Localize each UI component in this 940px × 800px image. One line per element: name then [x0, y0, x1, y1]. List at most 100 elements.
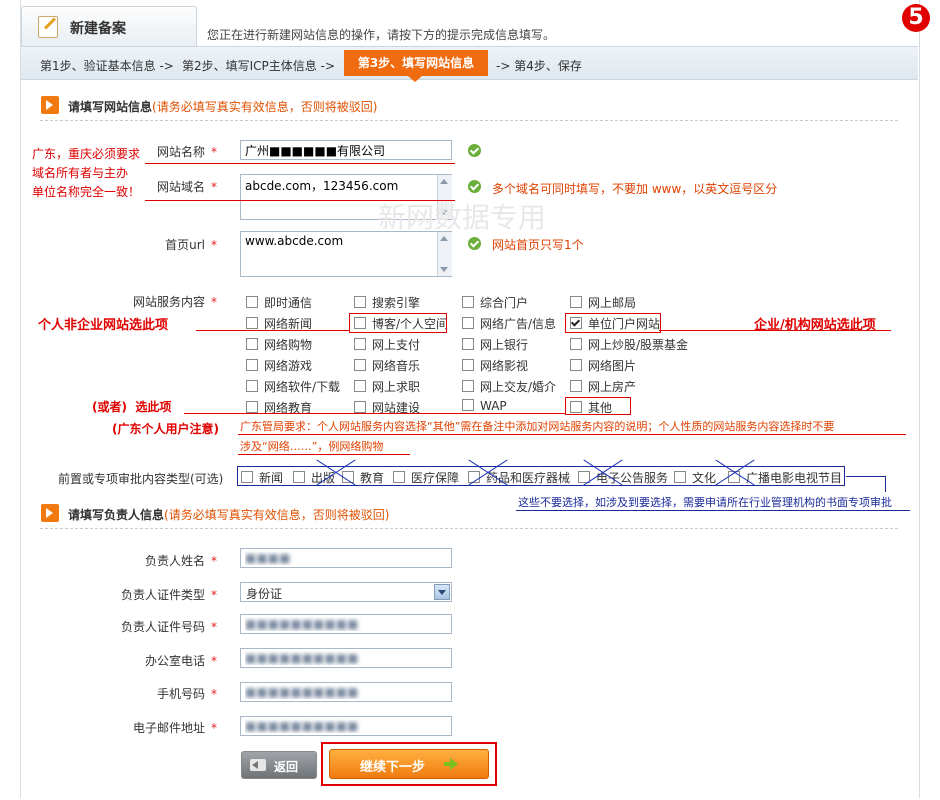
cross-out-mark: [580, 460, 620, 486]
annotation-domain-owner-3: 单位名称完全一致！: [32, 185, 141, 199]
checkbox-box[interactable]: [354, 296, 366, 308]
checkbox-box[interactable]: [354, 338, 366, 350]
service-checkbox[interactable]: 即时通信: [246, 294, 312, 311]
annotation-gd-rule-1: 广东管局要求：个人网站服务内容选择“其他”需在备注中添加对网站服务内容的说明；个…: [240, 420, 835, 433]
checkbox-box[interactable]: [570, 338, 582, 350]
next-button[interactable]: 继续下一步: [329, 749, 489, 779]
annotation-underline: [145, 163, 455, 164]
checkbox-box[interactable]: [674, 471, 686, 483]
service-checkbox[interactable]: 综合门户: [462, 294, 528, 311]
valid-check-icon: [468, 144, 481, 157]
prior-approval-checkbox[interactable]: 文化: [674, 469, 716, 486]
service-checkbox[interactable]: 网络游戏: [246, 357, 312, 374]
annotation-underline: [145, 200, 455, 201]
checkbox-box[interactable]: [462, 380, 474, 392]
mobile-input[interactable]: [240, 682, 452, 702]
back-button[interactable]: 返回: [241, 751, 317, 779]
service-checkbox[interactable]: 网上银行: [462, 336, 528, 353]
service-checkbox[interactable]: 网上邮局: [570, 294, 636, 311]
person-name-input[interactable]: [240, 548, 452, 568]
annotation-underline: [196, 330, 350, 331]
id-type-value: 身份证: [246, 587, 283, 601]
cross-out-mark: [465, 460, 505, 486]
checkbox-box[interactable]: [462, 317, 474, 329]
service-checkbox-label: 综合门户: [480, 296, 529, 310]
service-checkbox-label: 搜索引擎: [372, 296, 421, 310]
id-type-select[interactable]: 身份证: [240, 582, 452, 602]
checkbox-box[interactable]: [354, 401, 366, 413]
highlight-box-blog: [349, 313, 447, 333]
service-checkbox[interactable]: 网络图片: [570, 357, 636, 374]
checkbox-box[interactable]: [246, 401, 258, 413]
service-checkbox[interactable]: 网上炒股/股票基金: [570, 336, 688, 353]
service-checkbox-label: 网上炒股/股票基金: [588, 338, 689, 352]
checkbox-box[interactable]: [246, 380, 258, 392]
email-label: 电子邮件地址 *: [132, 721, 217, 735]
checkbox-box[interactable]: [570, 380, 582, 392]
checkbox-box[interactable]: [393, 471, 405, 483]
annotation-or: (或者) 选此项: [92, 400, 172, 414]
chevron-down-icon[interactable]: [434, 584, 450, 600]
annotation-domain-owner-2: 域名所有者与主办: [32, 166, 129, 180]
highlight-box-company: [565, 313, 661, 333]
cross-out-mark: [313, 460, 353, 486]
prior-approval-checkbox[interactable]: 新闻: [241, 469, 283, 486]
service-checkbox[interactable]: 搜索引擎: [354, 294, 420, 311]
checkbox-box[interactable]: [354, 359, 366, 371]
checkbox-box[interactable]: [462, 338, 474, 350]
checkbox-box[interactable]: [246, 338, 258, 350]
email-input[interactable]: [240, 716, 452, 736]
office-phone-input[interactable]: [240, 648, 452, 668]
service-checkbox-label: 网络广告/信息: [480, 317, 557, 331]
checkbox-box[interactable]: [246, 359, 258, 371]
checkbox-box[interactable]: [570, 296, 582, 308]
service-checkbox[interactable]: 网络影视: [462, 357, 528, 374]
checkbox-box[interactable]: [462, 399, 474, 411]
checkbox-box[interactable]: [462, 359, 474, 371]
service-checkbox[interactable]: 网上房产: [570, 378, 636, 395]
site-name-input[interactable]: [240, 140, 452, 160]
step-number-badge: 5: [902, 4, 930, 32]
checkbox-box[interactable]: [354, 380, 366, 392]
annotation-gd-rule-2: 涉及“网络……”，例网络购物: [240, 440, 384, 453]
id-number-input[interactable]: [240, 614, 452, 634]
checkbox-box[interactable]: [570, 359, 582, 371]
service-checkbox[interactable]: 网上支付: [354, 336, 420, 353]
service-checkbox-label: 网络影视: [480, 359, 529, 373]
cross-out-mark: [712, 460, 752, 486]
home-url-scrollbar[interactable]: [437, 232, 452, 276]
checkbox-box[interactable]: [246, 317, 258, 329]
section-arrow-icon: [41, 96, 59, 114]
service-checkbox-label: 网络新闻: [264, 317, 313, 331]
office-phone-label: 办公室电话 *: [144, 654, 217, 668]
service-checkbox[interactable]: 网上求职: [354, 378, 420, 395]
service-checkbox[interactable]: 网络广告/信息: [462, 315, 556, 332]
service-checkbox[interactable]: 网络音乐: [354, 357, 420, 374]
service-checkbox-label: 网络软件/下载: [264, 380, 341, 394]
watermark: 新网数据专用: [378, 201, 547, 234]
annotation-underline: [516, 510, 910, 511]
arrow-right-icon: [444, 758, 458, 770]
annotation-underline: [238, 454, 410, 455]
annotation-connector: [846, 476, 886, 477]
service-checkbox[interactable]: WAP: [462, 399, 507, 413]
checkbox-box[interactable]: [293, 471, 305, 483]
checkbox-box[interactable]: [462, 296, 474, 308]
service-checkbox-label: WAP: [480, 399, 507, 413]
annotation-gd-personal: (广东个人用户注意): [112, 422, 219, 436]
service-checkbox-label: 网上交友/婚介: [480, 380, 557, 394]
checkbox-box[interactable]: [246, 296, 258, 308]
annotation-connector: [885, 476, 886, 492]
service-checkbox[interactable]: 网络软件/下载: [246, 378, 340, 395]
checkbox-box[interactable]: [241, 471, 253, 483]
prior-approval-label-text: 医疗保障: [411, 471, 460, 485]
service-checkbox-label: 网络图片: [588, 359, 637, 373]
home-url-hint: 网站首页只写1个: [492, 238, 584, 252]
service-checkbox[interactable]: 网上交友/婚介: [462, 378, 556, 395]
service-checkbox[interactable]: 网络购物: [246, 336, 312, 353]
annotation-underline: [659, 330, 891, 331]
service-content-label: 网站服务内容 *: [132, 295, 217, 309]
prior-approval-checkbox[interactable]: 医疗保障: [393, 469, 459, 486]
home-url-textarea[interactable]: [240, 231, 452, 277]
header-title: 新建备案: [70, 21, 126, 37]
